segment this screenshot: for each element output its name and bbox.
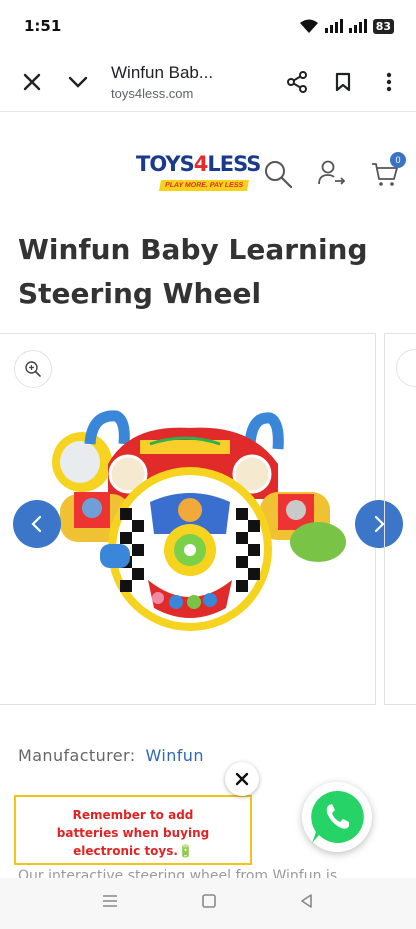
cart-count-badge: 0 xyxy=(390,152,406,168)
bookmark-icon xyxy=(335,72,351,91)
more-vert-icon xyxy=(386,72,392,91)
manufacturer-row: Manufacturer: Winfun xyxy=(18,746,204,765)
user-login-icon xyxy=(318,160,346,185)
home-square-icon xyxy=(202,894,216,908)
browser-title-area[interactable]: Winfun Bab... toys4less.com xyxy=(101,63,274,101)
page-title: Winfun Bab... xyxy=(111,62,214,82)
whatsapp-icon xyxy=(311,790,364,843)
battery-notice-text: Remember to add batteries when buying el… xyxy=(57,800,209,860)
close-icon xyxy=(23,73,41,90)
bookmark-button[interactable] xyxy=(320,59,366,105)
product-gallery xyxy=(0,333,416,705)
zoom-in-icon xyxy=(25,361,41,377)
signal-icon-2 xyxy=(348,19,367,33)
share-button[interactable] xyxy=(274,59,320,105)
product-title: Winfun Baby Learning Steering Wheel xyxy=(18,233,368,310)
site-logo[interactable]: TOYS4LESS PLAY MORE. PAY LESS xyxy=(136,152,268,198)
more-options-button[interactable] xyxy=(366,59,412,105)
status-time: 1:51 xyxy=(24,17,62,35)
battery-notice: Remember to add batteries when buying el… xyxy=(14,795,252,865)
signal-icon xyxy=(324,19,343,33)
system-nav-bar xyxy=(0,878,416,929)
notice-close-button[interactable] xyxy=(225,762,259,796)
manufacturer-link[interactable]: Winfun xyxy=(146,746,204,765)
site-header: TOYS4LESS PLAY MORE. PAY LESS 0 xyxy=(0,140,416,210)
zoom-button[interactable] xyxy=(14,350,52,388)
collapse-button[interactable] xyxy=(55,59,101,105)
steering-wheel-toy-image xyxy=(52,410,346,631)
manufacturer-label: Manufacturer: xyxy=(18,746,136,765)
status-bar: 1:51 83 xyxy=(0,0,416,52)
share-icon xyxy=(287,70,307,93)
recent-apps-button[interactable] xyxy=(101,893,119,914)
battery-indicator: 83 xyxy=(372,18,394,34)
logo-part-toys: TOYS xyxy=(136,152,195,176)
browser-toolbar: Winfun Bab... toys4less.com xyxy=(0,52,416,112)
account-button[interactable] xyxy=(316,158,346,193)
page-url: toys4less.com xyxy=(111,85,194,101)
whatsapp-chat-button[interactable] xyxy=(302,782,372,852)
close-icon xyxy=(235,772,249,786)
home-button[interactable] xyxy=(201,893,217,914)
search-button[interactable] xyxy=(262,158,294,195)
gallery-slide-next[interactable] xyxy=(384,333,416,705)
status-indicators: 83 xyxy=(299,18,394,34)
logo-wordmark: TOYS4LESS xyxy=(136,152,268,176)
notice-line-2: batteries when buying xyxy=(56,826,210,840)
logo-tagline: PLAY MORE. PAY LESS xyxy=(159,180,250,191)
menu-icon xyxy=(103,895,117,907)
back-button[interactable] xyxy=(299,893,315,914)
search-icon xyxy=(265,161,293,189)
logo-part-four: 4 xyxy=(193,152,209,176)
logo-part-less: LESS xyxy=(207,152,261,176)
chevron-left-icon xyxy=(31,515,42,533)
chevron-down-icon xyxy=(68,76,88,88)
gallery-prev-button[interactable] xyxy=(13,500,61,548)
gallery-slide[interactable] xyxy=(0,333,403,705)
back-triangle-icon xyxy=(301,894,312,908)
wifi-icon xyxy=(299,19,318,33)
notice-line-3: electronic toys.🔋 xyxy=(73,844,193,858)
notice-line-1: Remember to add xyxy=(72,808,194,822)
close-tab-button[interactable] xyxy=(9,59,55,105)
